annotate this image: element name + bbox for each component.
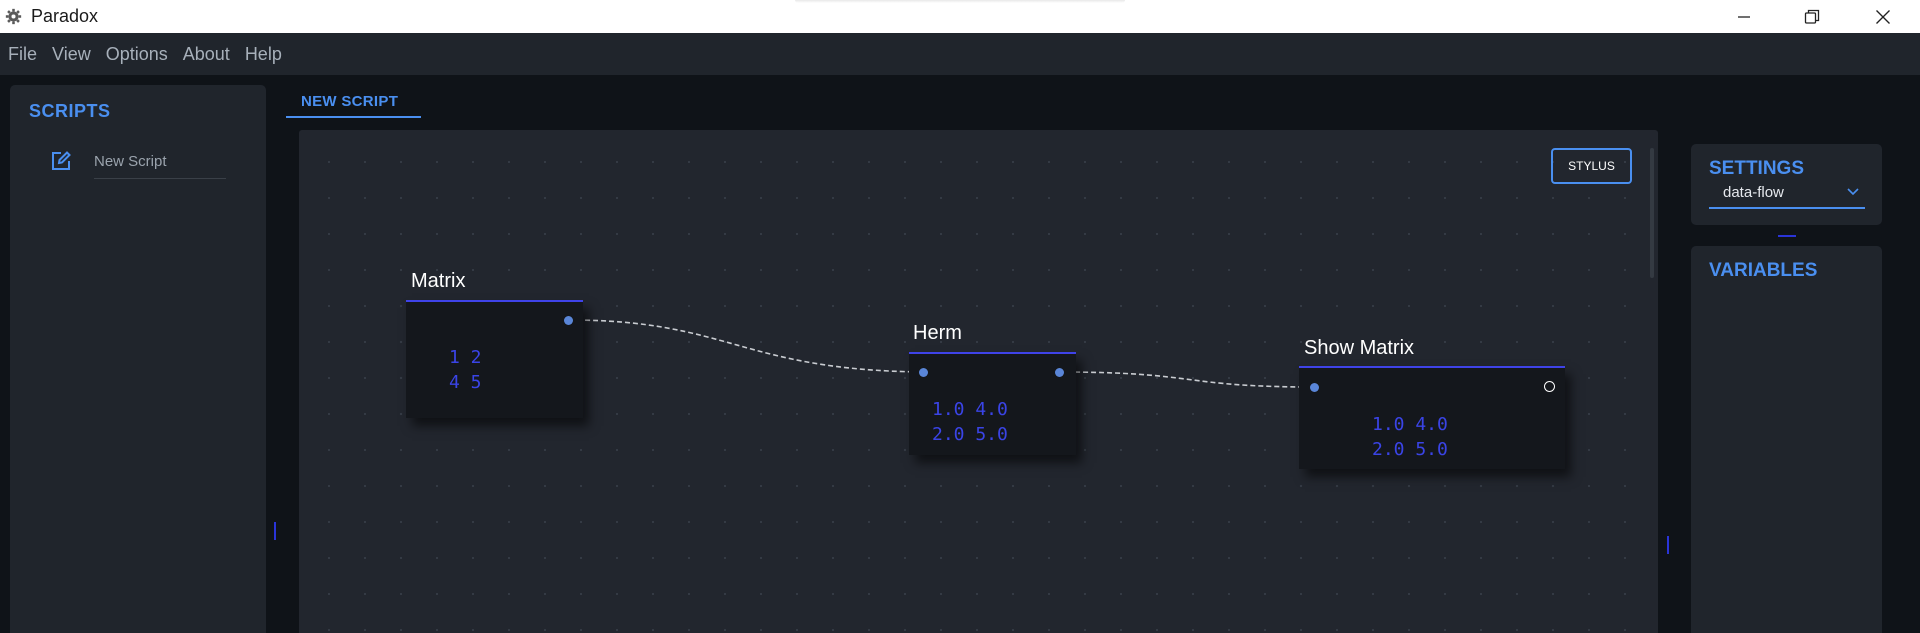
output-port[interactable] <box>564 316 573 325</box>
node-output: 1.0 4.0 2.0 5.0 <box>1372 414 1448 460</box>
window-title: Paradox <box>31 6 99 26</box>
node-matrix[interactable]: 1 2 4 5 <box>406 300 583 418</box>
node-show-matrix[interactable]: 1.0 4.0 2.0 5.0 <box>1299 366 1565 469</box>
script-list-item[interactable]: New Script <box>50 149 233 179</box>
title-bar: Paradox <box>0 0 1920 33</box>
settings-title: SETTINGS <box>1709 158 1805 179</box>
left-splitter-handle[interactable] <box>274 522 276 540</box>
script-name[interactable]: New Script <box>94 149 226 179</box>
output-port[interactable] <box>1055 368 1064 377</box>
menu-options[interactable]: Options <box>106 44 168 65</box>
stylus-button[interactable]: STYLUS <box>1551 148 1632 184</box>
node-output: 1 2 4 5 <box>449 347 482 393</box>
tab-new-script[interactable]: NEW SCRIPT <box>286 87 421 118</box>
chevron-down-icon <box>1847 188 1859 196</box>
variables-title: VARIABLES <box>1709 260 1818 281</box>
output-port-unconnected[interactable] <box>1544 381 1555 392</box>
node-output: 1.0 4.0 2.0 5.0 <box>932 399 1008 445</box>
close-icon <box>1876 9 1890 24</box>
node-herm[interactable]: 1.0 4.0 2.0 5.0 <box>909 352 1076 455</box>
flow-mode-value: data-flow <box>1723 184 1784 201</box>
node-title-show-matrix: Show Matrix <box>1304 337 1415 359</box>
input-port[interactable] <box>1310 383 1319 392</box>
menu-view[interactable]: View <box>52 44 91 65</box>
scripts-panel: SCRIPTS New Script <box>10 85 266 633</box>
input-port[interactable] <box>919 368 928 377</box>
right-splitter-handle[interactable] <box>1667 536 1669 554</box>
drag-shadow <box>795 0 1125 3</box>
node-title-herm: Herm <box>913 322 962 344</box>
scripts-title: SCRIPTS <box>29 101 111 121</box>
minimize-icon <box>1738 15 1750 18</box>
app-gear-icon <box>5 8 22 25</box>
minimize-button[interactable] <box>1710 0 1778 33</box>
close-button[interactable] <box>1849 0 1917 33</box>
node-title-matrix: Matrix <box>411 270 466 292</box>
variables-panel: VARIABLES <box>1691 246 1882 633</box>
settings-panel: SETTINGS data-flow <box>1691 144 1882 225</box>
canvas-scrollbar[interactable] <box>1650 148 1654 278</box>
restore-button[interactable] <box>1778 0 1846 33</box>
edit-script-icon[interactable] <box>50 150 72 172</box>
settings-splitter-handle[interactable] <box>1778 235 1796 237</box>
flow-mode-select[interactable]: data-flow <box>1709 181 1865 209</box>
restore-icon <box>1804 9 1820 24</box>
menu-bar: File View Options About Help <box>0 33 1920 75</box>
menu-file[interactable]: File <box>8 44 37 65</box>
menu-about[interactable]: About <box>183 44 230 65</box>
menu-help[interactable]: Help <box>245 44 282 65</box>
